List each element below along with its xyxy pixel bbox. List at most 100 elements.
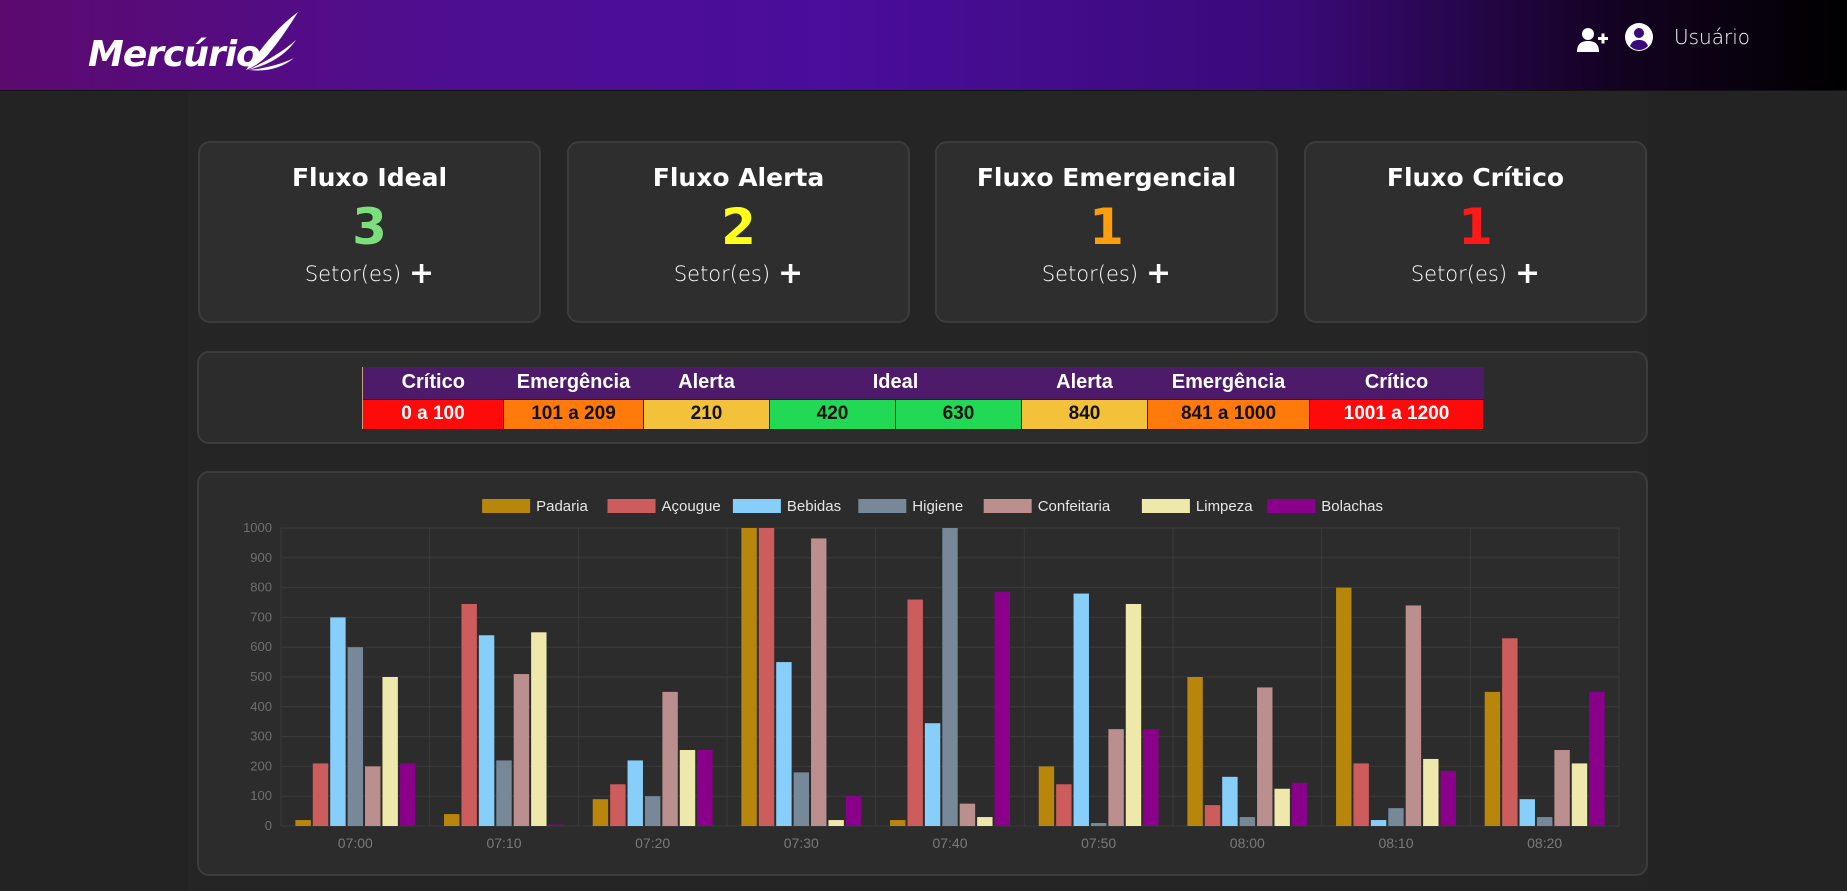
bar-confeitaria — [365, 766, 381, 826]
bar-padaria — [592, 799, 609, 826]
x-tick-label: 07:00 — [338, 835, 373, 851]
bar-bebidas — [627, 760, 643, 826]
bar-padaria — [1038, 766, 1055, 826]
expand-sectors-button[interactable]: + — [409, 259, 434, 289]
expand-sectors-button[interactable]: + — [1515, 259, 1540, 289]
card-fluxo-critico: Fluxo Crítico 1 Setor(es) + — [1304, 141, 1647, 323]
bar-higiene — [1239, 817, 1256, 826]
bar-confeitaria — [1554, 750, 1570, 826]
x-tick-label: 08:00 — [1230, 835, 1265, 851]
bar-bebidas — [924, 723, 941, 826]
bar-açougue — [1353, 763, 1369, 826]
card-footer: Setor(es) + — [1306, 259, 1645, 289]
card-footer: Setor(es) + — [569, 259, 908, 289]
card-footer-label: Setor(es) — [673, 262, 771, 286]
y-tick-label: 300 — [250, 729, 272, 744]
bar-confeitaria — [1405, 605, 1422, 826]
x-tick-label: 08:10 — [1378, 835, 1413, 851]
range-header: Alerta — [643, 367, 770, 399]
range-cell: 841 a 1000 — [1147, 398, 1310, 430]
range-cell: 210 — [643, 398, 770, 430]
add-user-button[interactable] — [1577, 26, 1609, 56]
bar-padaria — [1187, 677, 1203, 826]
range-cell: 420 — [769, 398, 896, 430]
card-fluxo-emergencial: Fluxo Emergencial 1 Setor(es) + — [935, 141, 1278, 323]
card-title: Fluxo Alerta — [652, 163, 825, 192]
bar-limpeza — [828, 820, 844, 826]
range-cell: 101 a 209 — [503, 398, 644, 430]
range-cell: 1001 a 1200 — [1309, 398, 1484, 430]
bar-bebidas — [1370, 820, 1387, 826]
bar-padaria — [890, 820, 906, 826]
bar-padaria — [444, 814, 460, 826]
bar-açougue — [312, 763, 329, 826]
bar-limpeza — [679, 750, 696, 826]
bar-bolachas — [548, 824, 564, 826]
x-tick-label: 08:20 — [1527, 835, 1562, 851]
legend-label: Bolachas — [1321, 498, 1383, 515]
expand-sectors-button[interactable]: + — [1146, 259, 1171, 289]
bar-bebidas — [1519, 799, 1535, 826]
range-cell: 0 a 100 — [362, 398, 504, 430]
bar-bebidas — [1073, 593, 1089, 826]
user-menu-button[interactable]: Usuário — [1624, 22, 1750, 52]
bar-higiene — [1536, 817, 1553, 826]
expand-sectors-button[interactable]: + — [778, 259, 803, 289]
bar-limpeza — [1274, 788, 1290, 826]
bar-confeitaria — [513, 674, 530, 826]
bar-confeitaria — [1257, 687, 1273, 826]
legend-swatch — [607, 499, 656, 513]
bar-bolachas — [994, 592, 1010, 826]
flow-range-panel: Crítico Emergência Alerta Ideal Alerta E… — [197, 351, 1648, 444]
legend-swatch — [482, 499, 531, 513]
x-tick-label: 07:20 — [635, 835, 670, 851]
bar-limpeza — [531, 632, 547, 826]
top-navbar: Mercúrio Usuário — [0, 0, 1847, 91]
y-tick-label: 700 — [250, 609, 272, 624]
y-tick-label: 0 — [265, 818, 272, 833]
flow-range-table: Crítico Emergência Alerta Ideal Alerta E… — [362, 367, 1484, 430]
legend-swatch — [983, 499, 1032, 513]
y-tick-label: 800 — [250, 580, 272, 595]
bar-açougue — [610, 784, 626, 826]
sector-flow-chart-panel: 0 100 200 300 400 500 600 700 800 900 1000 07:00 07:… — [197, 471, 1648, 876]
bar-confeitaria — [662, 691, 678, 826]
bar-bolachas — [1440, 770, 1456, 826]
legend-swatch — [1141, 499, 1190, 513]
wing-icon — [246, 12, 298, 71]
range-cell: 840 — [1021, 398, 1148, 430]
card-footer-label: Setor(es) — [1041, 262, 1139, 286]
card-fluxo-ideal: Fluxo Ideal 3 Setor(es) + — [198, 141, 541, 323]
card-footer: Setor(es) + — [200, 259, 539, 289]
brand-logo[interactable]: Mercúrio — [88, 12, 298, 76]
card-title: Fluxo Crítico — [1386, 163, 1565, 192]
user-circle-icon — [1625, 23, 1653, 51]
card-footer-label: Setor(es) — [1410, 262, 1508, 286]
bar-bolachas — [1291, 782, 1308, 826]
bar-açougue — [1204, 805, 1221, 826]
range-header: Alerta — [1021, 367, 1148, 399]
card-value: 3 — [352, 198, 387, 256]
bar-bolachas — [399, 763, 416, 826]
bar-higiene — [347, 647, 364, 826]
bar-bolachas — [1589, 691, 1605, 826]
legend-label: Higiene — [912, 498, 963, 515]
user-name-label: Usuário — [1674, 25, 1751, 49]
y-tick-label: 600 — [250, 639, 272, 654]
legend-label: Açougue — [662, 498, 721, 515]
x-tick-label: 07:40 — [932, 835, 967, 851]
x-tick-label: 07:30 — [784, 835, 819, 851]
y-tick-label: 900 — [250, 550, 272, 565]
legend-swatch — [1267, 499, 1316, 513]
bar-limpeza — [382, 677, 398, 826]
y-tick-label: 400 — [250, 699, 272, 714]
sector-flow-bar-chart: 0 100 200 300 400 500 600 700 800 900 1000 07:00 07:… — [243, 498, 1620, 851]
bar-limpeza — [1125, 603, 1142, 826]
x-tick-label: 07:50 — [1081, 835, 1116, 851]
range-cell: 630 — [895, 398, 1022, 430]
bar-higiene — [644, 796, 661, 826]
legend-label: Bebidas — [787, 498, 841, 515]
legend-label: Confeitaria — [1038, 498, 1111, 515]
y-tick-label: 1000 — [243, 520, 272, 535]
brand-logo-text: Mercúrio — [88, 34, 261, 75]
